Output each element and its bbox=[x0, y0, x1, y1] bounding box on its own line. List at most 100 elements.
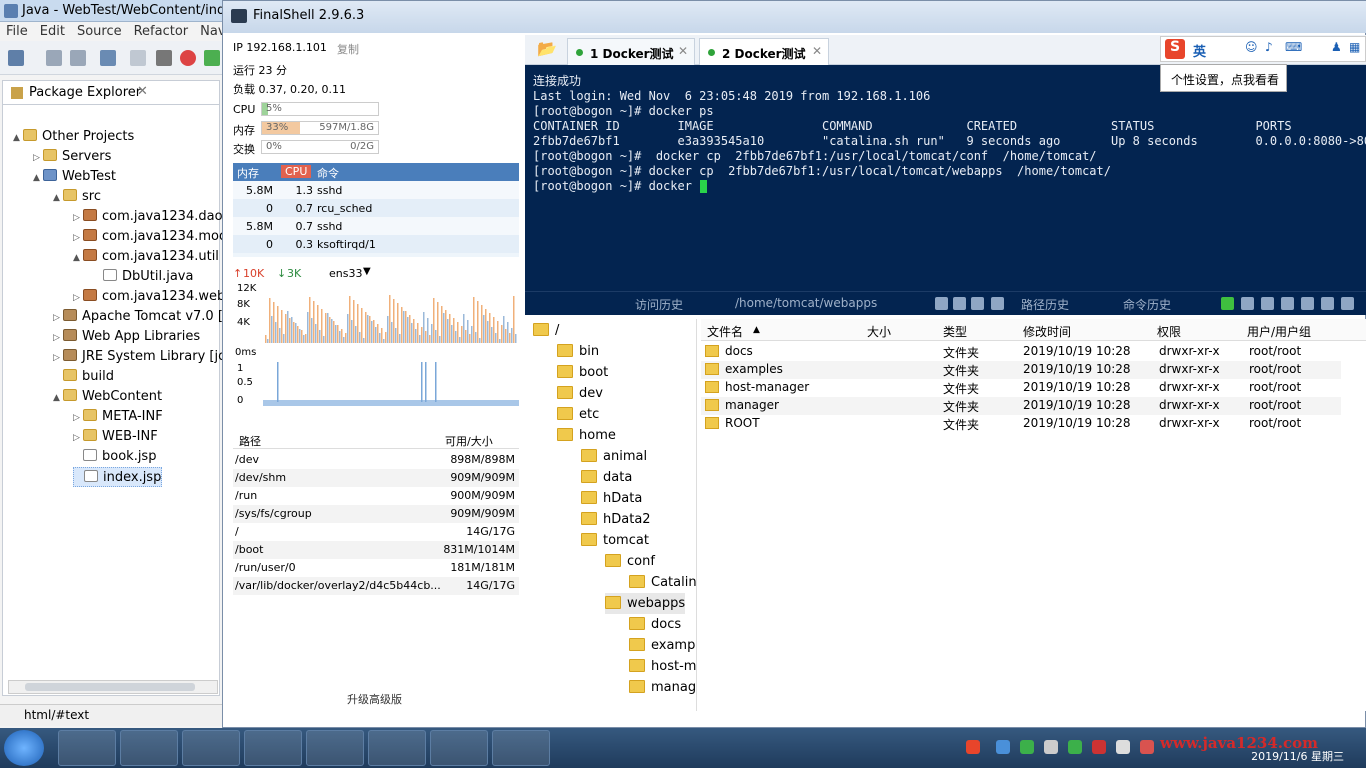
tree-item[interactable]: ▲ src bbox=[53, 187, 101, 207]
interface-select[interactable]: ens33 bbox=[329, 267, 362, 280]
download-icon[interactable] bbox=[971, 297, 984, 310]
folder-open-icon[interactable]: 📂 bbox=[537, 39, 557, 58]
tray-security-icon[interactable] bbox=[1092, 740, 1106, 754]
close-icon[interactable]: ✕ bbox=[678, 44, 688, 58]
tree-item[interactable]: ▷ JRE System Library [jdk bbox=[53, 347, 234, 367]
tree-item[interactable]: ▲ Other Projects bbox=[13, 127, 134, 147]
mic-icon[interactable]: ♪ bbox=[1265, 40, 1273, 54]
tray-volume-icon[interactable] bbox=[1140, 740, 1154, 754]
tree-item[interactable]: ▷ Web App Libraries bbox=[53, 327, 200, 347]
col-mem[interactable]: 内存 bbox=[237, 165, 259, 181]
taskbar-chart-icon[interactable] bbox=[492, 730, 550, 766]
disk-row[interactable]: /dev 898M/898M bbox=[233, 451, 519, 469]
expand-icon[interactable]: ▷ bbox=[73, 208, 83, 228]
upgrade-link[interactable]: 升级高级版 bbox=[347, 691, 402, 707]
col-size[interactable]: 可用/大小 bbox=[445, 433, 493, 449]
clock-date[interactable]: 2019/11/6 星期三 bbox=[1251, 748, 1344, 764]
skin-icon[interactable]: ♟ bbox=[1331, 40, 1342, 54]
dir-tree-item[interactable]: / bbox=[533, 320, 559, 341]
dir-tree-item[interactable]: etc bbox=[557, 404, 599, 425]
toggle-icon[interactable] bbox=[130, 50, 146, 66]
col-cmd[interactable]: 命令 bbox=[317, 165, 339, 181]
upload-icon[interactable] bbox=[991, 297, 1004, 310]
tray-cube-icon[interactable] bbox=[996, 740, 1010, 754]
process-row[interactable]: 0 0.3 ksoftirqd/1 bbox=[233, 235, 519, 253]
dir-tree-item[interactable]: conf bbox=[605, 551, 655, 572]
tree-item[interactable]: ▲ com.java1234.util bbox=[73, 247, 219, 267]
dir-tree-item[interactable]: host-ma bbox=[629, 656, 696, 677]
tree-item[interactable]: ▷ com.java1234.mode bbox=[73, 227, 235, 247]
dir-tree-item[interactable]: tomcat bbox=[581, 530, 649, 551]
taskbar-outlook-icon[interactable] bbox=[120, 730, 178, 766]
disk-row[interactable]: /run 900M/909M bbox=[233, 487, 519, 505]
tray-sogou-icon[interactable] bbox=[966, 740, 980, 754]
disk-row[interactable]: /run/user/0 181M/181M bbox=[233, 559, 519, 577]
expand-icon[interactable]: ▷ bbox=[73, 288, 83, 308]
dir-tree-item[interactable]: example bbox=[629, 635, 696, 656]
tree-item[interactable]: ▷ WEB-INF bbox=[73, 427, 158, 447]
expand-icon[interactable]: ▷ bbox=[33, 148, 43, 168]
gear-icon[interactable] bbox=[1301, 297, 1314, 310]
tree-item[interactable]: ▲ WebTest bbox=[33, 167, 116, 187]
copy-icon[interactable] bbox=[1241, 297, 1254, 310]
col-size[interactable]: 大小 bbox=[867, 323, 891, 340]
disk-row[interactable]: /var/lib/docker/overlay2/d4c5b44cb... 14G… bbox=[233, 577, 519, 595]
dir-tree-item[interactable]: manage bbox=[629, 677, 696, 698]
tree-item[interactable]: build bbox=[53, 367, 114, 387]
col-permission[interactable]: 权限 bbox=[1157, 323, 1181, 340]
dir-tree-item[interactable]: webapps bbox=[605, 593, 686, 614]
expand-icon[interactable]: ▷ bbox=[73, 408, 83, 428]
dropdown-icon[interactable]: ▼ bbox=[363, 266, 371, 277]
col-mtime[interactable]: 修改时间 bbox=[1023, 323, 1071, 340]
taskbar-explorer-icon[interactable] bbox=[430, 730, 488, 766]
paste-icon[interactable] bbox=[1261, 297, 1274, 310]
taskbar-mysql-icon[interactable] bbox=[244, 730, 302, 766]
emoji-icon[interactable]: ☺ bbox=[1245, 40, 1258, 54]
expand-icon[interactable]: ▲ bbox=[13, 128, 23, 148]
process-row[interactable]: 5.8M 0.7 sshd bbox=[233, 217, 519, 235]
dir-tree-item[interactable]: Catalina bbox=[629, 572, 696, 593]
tree-item[interactable]: book.jsp bbox=[73, 447, 156, 467]
lightning-icon[interactable] bbox=[1221, 297, 1234, 310]
menu-file[interactable]: File bbox=[0, 22, 34, 41]
file-row[interactable]: host-manager 文件夹 2019/10/19 10:28 drwxr-xr-… bbox=[701, 379, 1341, 397]
dir-tree-item[interactable]: hData bbox=[581, 488, 642, 509]
file-row[interactable]: manager 文件夹 2019/10/19 10:28 drwxr-xr-x root… bbox=[701, 397, 1341, 415]
tree-item[interactable]: ▷ com.java1234.dao bbox=[73, 207, 223, 227]
run-icon[interactable] bbox=[204, 50, 220, 66]
dir-tree-item[interactable]: bin bbox=[557, 341, 599, 362]
tree-item[interactable]: ▷ META-INF bbox=[73, 407, 163, 427]
col-filename[interactable]: 文件名 bbox=[707, 323, 743, 340]
folder-icon[interactable] bbox=[1321, 297, 1334, 310]
col-owner[interactable]: 用户/用户组 bbox=[1247, 323, 1311, 340]
grid-icon[interactable]: ▦ bbox=[1349, 40, 1360, 54]
col-path[interactable]: 路径 bbox=[239, 433, 261, 449]
expand-icon[interactable]: ▷ bbox=[73, 228, 83, 248]
menu-refactor[interactable]: Refactor bbox=[128, 22, 195, 41]
tab-docker-1[interactable]: 1 Docker测试 ✕ bbox=[567, 38, 695, 65]
tab-docker-2[interactable]: 2 Docker测试 ✕ bbox=[699, 38, 829, 65]
tray-plus-icon[interactable] bbox=[1020, 740, 1034, 754]
ime-lang-toggle[interactable]: 英 bbox=[1193, 41, 1206, 60]
expand-icon[interactable]: ▲ bbox=[53, 388, 63, 408]
start-button-icon[interactable] bbox=[4, 730, 44, 766]
disk-row[interactable]: /boot 831M/1014M bbox=[233, 541, 519, 559]
file-row[interactable]: examples 文件夹 2019/10/19 10:28 drwxr-xr-x roo… bbox=[701, 361, 1341, 379]
disk-row[interactable]: /dev/shm 909M/909M bbox=[233, 469, 519, 487]
command-history-button[interactable]: 命令历史 bbox=[1123, 296, 1171, 313]
refresh-icon[interactable] bbox=[935, 297, 948, 310]
mark-icon[interactable] bbox=[156, 50, 172, 66]
new-icon[interactable] bbox=[8, 50, 24, 66]
process-row[interactable]: 0 0.7 rcu_sched bbox=[233, 199, 519, 217]
scrollbar-thumb[interactable] bbox=[25, 683, 195, 691]
dir-tree-item[interactable]: data bbox=[581, 467, 632, 488]
expand-icon[interactable]: ▲ bbox=[73, 248, 83, 268]
expand-icon[interactable]: ▷ bbox=[53, 328, 63, 348]
browser-icon[interactable] bbox=[180, 50, 196, 66]
play-icon[interactable] bbox=[1341, 297, 1354, 310]
dir-tree-item[interactable]: hData2 bbox=[581, 509, 651, 530]
expand-icon[interactable]: ▷ bbox=[53, 348, 63, 368]
tray-network-icon[interactable] bbox=[1116, 740, 1130, 754]
taskbar-finalshell-icon[interactable] bbox=[306, 730, 364, 766]
tree-item[interactable]: ▷ Apache Tomcat v7.0 [A bbox=[53, 307, 232, 327]
